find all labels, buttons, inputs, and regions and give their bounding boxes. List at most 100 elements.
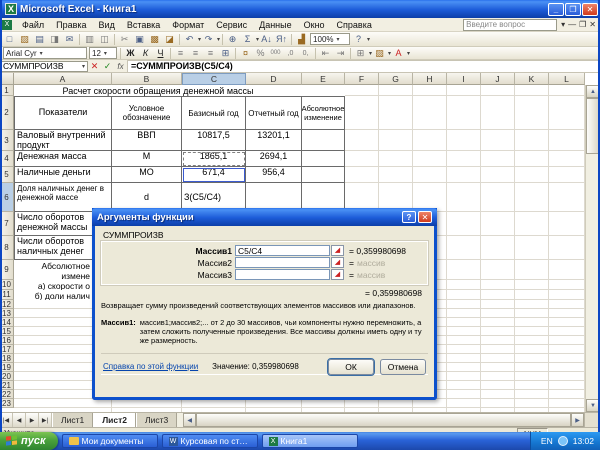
row-header[interactable]: 1	[0, 85, 14, 96]
help-icon[interactable]: ?	[351, 33, 366, 45]
row-header[interactable]: 3	[0, 130, 14, 151]
row-header[interactable]: 23	[0, 399, 14, 408]
percent-icon[interactable]: %	[253, 47, 268, 59]
minimize-button[interactable]: _	[548, 2, 564, 16]
row-header[interactable]: 8	[0, 236, 14, 260]
cell-b4[interactable]: М	[112, 151, 182, 167]
book-restore-button[interactable]: ❐	[579, 20, 586, 29]
cell-d5[interactable]: 956,4	[246, 167, 302, 183]
question-box[interactable]: Введите вопрос	[463, 18, 558, 31]
cell-a5[interactable]: Наличные деньги	[14, 167, 112, 183]
horizontal-scroll-thumb[interactable]	[196, 413, 571, 427]
language-indicator[interactable]: EN	[541, 436, 553, 446]
column-header[interactable]: D	[246, 73, 302, 85]
column-header[interactable]: A	[14, 73, 112, 85]
sort-ascending-icon[interactable]: А↓	[259, 33, 274, 45]
cell-c2[interactable]: Базисный год	[182, 96, 246, 130]
cell-a2[interactable]: Показатели	[14, 96, 112, 130]
cell-b3[interactable]: ВВП	[112, 130, 182, 151]
column-header[interactable]: B	[112, 73, 182, 85]
row-header[interactable]: 2	[0, 96, 14, 130]
menu-item[interactable]: Правка	[50, 20, 92, 30]
dialog-close-icon[interactable]: ✕	[418, 211, 432, 223]
cell-a1-title[interactable]: Расчет скорости обращения денежной массы	[14, 85, 302, 96]
column-header[interactable]: J	[481, 73, 515, 85]
maximize-button[interactable]: ❐	[565, 2, 581, 16]
task-my-documents[interactable]: Мои документы	[61, 434, 158, 448]
insert-function-icon[interactable]: fx	[114, 61, 127, 72]
merge-center-icon[interactable]: ⊞	[218, 47, 233, 59]
row-header[interactable]: 4	[0, 151, 14, 167]
print-preview-icon[interactable]: ◫	[97, 33, 112, 45]
array3-input[interactable]	[235, 269, 330, 280]
select-all-corner[interactable]	[0, 73, 14, 85]
sort-descending-icon[interactable]: Я↑	[274, 33, 289, 45]
italic-icon[interactable]: К	[138, 47, 153, 59]
cell-a10[interactable]: а) скорости о	[14, 280, 92, 290]
paste-icon[interactable]: ▩	[147, 33, 162, 45]
last-sheet-icon[interactable]: ▶|	[39, 413, 52, 427]
font-color-dropdown-icon[interactable]: ▾	[407, 50, 410, 57]
formula-input[interactable]: =СУММПРОИЗВ(C5/C4)	[127, 59, 600, 73]
scroll-right-icon[interactable]: ▶	[571, 413, 584, 427]
align-right-icon[interactable]: ≡	[203, 47, 218, 59]
scroll-left-icon[interactable]: ◀	[183, 413, 197, 427]
tab-sheet1[interactable]: Лист1	[52, 413, 94, 427]
permission-icon[interactable]: ◨	[47, 33, 62, 45]
enter-entry-icon[interactable]: ✓	[101, 61, 114, 72]
cell-c4[interactable]: 1865,1	[182, 151, 246, 167]
underline-icon[interactable]: Ч	[153, 47, 168, 59]
email-icon[interactable]: ✉	[62, 33, 77, 45]
increase-indent-icon[interactable]: ⇥	[333, 47, 348, 59]
currency-icon[interactable]: ¤	[238, 47, 253, 59]
dialog-help-icon[interactable]: ?	[402, 211, 416, 223]
start-button[interactable]: пуск	[0, 432, 58, 450]
menu-item[interactable]: Сервис	[210, 20, 253, 30]
cell-a9[interactable]: Абсолютное измене масс	[14, 260, 92, 280]
array1-range-select-icon[interactable]: ◢	[331, 245, 344, 256]
row-header[interactable]: 10	[0, 280, 14, 290]
chart-wizard-icon[interactable]: ▟	[294, 33, 309, 45]
font-size-combo[interactable]: 12 ▾	[89, 47, 117, 59]
cancel-button[interactable]: Отмена	[380, 358, 426, 375]
function-help-link[interactable]: Справка по этой функции	[103, 362, 198, 371]
cell-a4[interactable]: Денежная масса	[14, 151, 112, 167]
redo-dropdown-icon[interactable]: ▾	[217, 36, 220, 43]
format-painter-icon[interactable]: ◪	[162, 33, 177, 45]
row-header[interactable]: 9	[0, 260, 14, 280]
row-header[interactable]: 5	[0, 167, 14, 183]
cancel-entry-icon[interactable]: ✕	[88, 61, 101, 72]
borders-icon[interactable]: ⊞	[353, 47, 368, 59]
menu-item[interactable]: Вид	[93, 20, 121, 30]
cell-e5[interactable]	[302, 167, 345, 183]
array3-range-select-icon[interactable]: ◢	[331, 269, 344, 280]
column-header[interactable]: G	[379, 73, 413, 85]
redo-icon[interactable]: ↷	[201, 33, 216, 45]
align-center-icon[interactable]: ≡	[188, 47, 203, 59]
name-box[interactable]: СУММПРОИЗВ ▾	[0, 60, 88, 72]
menu-item[interactable]: Справка	[331, 20, 378, 30]
menu-item[interactable]: Файл	[16, 20, 50, 30]
menu-item[interactable]: Формат	[166, 20, 210, 30]
column-header[interactable]: H	[413, 73, 447, 85]
copy-icon[interactable]: ▣	[132, 33, 147, 45]
decrease-indent-icon[interactable]: ⇤	[318, 47, 333, 59]
cell-c5[interactable]: 671,4	[182, 167, 246, 183]
cell-d4[interactable]: 2694,1	[246, 151, 302, 167]
tab-sheet2-active[interactable]: Лист2	[93, 413, 137, 427]
font-name-combo[interactable]: Arial Cyr ▾	[3, 47, 87, 59]
font-color-icon[interactable]: А	[391, 47, 406, 59]
cell-e2[interactable]: Абсолютное изменение	[302, 96, 345, 130]
cell-e4[interactable]	[302, 151, 345, 167]
cell-d2[interactable]: Отчетный год	[246, 96, 302, 130]
ok-button[interactable]: ОК	[327, 357, 375, 376]
cell-d3[interactable]: 13201,1	[246, 130, 302, 151]
menu-item[interactable]: Окно	[298, 20, 331, 30]
next-sheet-icon[interactable]: ▶	[26, 413, 39, 427]
tab-sheet3[interactable]: Лист3	[136, 413, 178, 427]
cell-e3[interactable]	[302, 130, 345, 151]
clock[interactable]: 13:02	[573, 436, 594, 446]
undo-icon[interactable]: ↶	[182, 33, 197, 45]
toolbar-options-icon[interactable]: ▾	[367, 36, 370, 43]
column-header[interactable]: L	[549, 73, 585, 85]
